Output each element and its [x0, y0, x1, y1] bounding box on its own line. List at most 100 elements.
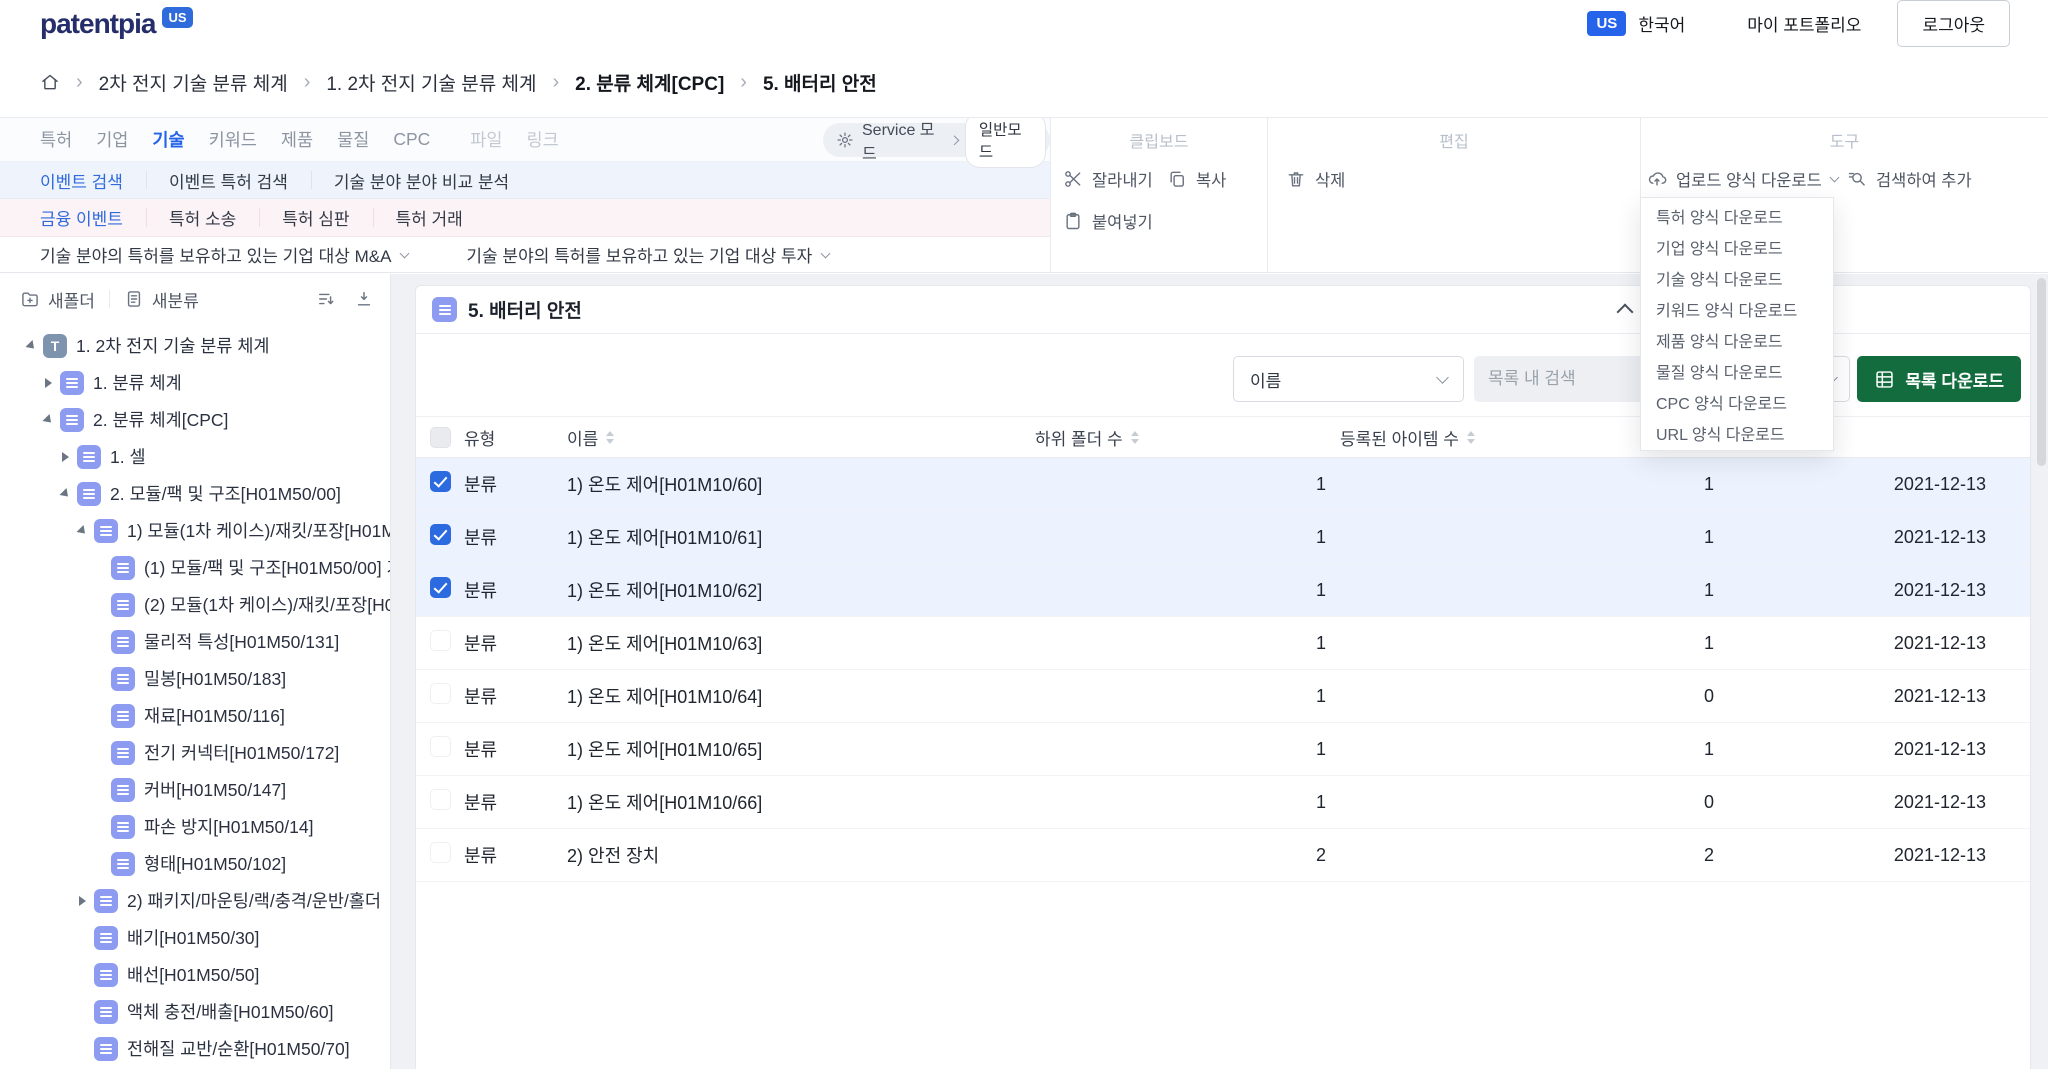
table-row[interactable]: 분류 1) 온도 제어[H01M10/62] 1 1 2021-12-13	[416, 564, 2030, 617]
tree-item[interactable]: T 1. 2차 전지 기술 분류 체계	[0, 327, 390, 364]
tree-item[interactable]: 배선[H01M50/50]	[0, 956, 390, 993]
list-download-button[interactable]: 목록 다운로드	[1857, 356, 2021, 402]
breadcrumb-item-current[interactable]: 5. 배터리 안전	[763, 69, 877, 96]
list-search-input[interactable]	[1474, 356, 1646, 402]
download-menu-item[interactable]: 기업 양식 다운로드	[1641, 231, 1833, 262]
menu-item[interactable]: 특허 거래	[372, 199, 486, 236]
vertical-scrollbar-thumb[interactable]	[2037, 278, 2046, 466]
home-icon[interactable]	[40, 72, 60, 92]
upload-template-download-button[interactable]: 업로드 양식 다운로드	[1647, 165, 1840, 193]
download-menu-item[interactable]: 물질 양식 다운로드	[1641, 355, 1833, 386]
caret-expanded-icon[interactable]	[41, 413, 55, 426]
caret-expanded-icon[interactable]	[75, 524, 89, 537]
tab-CPC[interactable]: CPC	[393, 129, 430, 150]
table-row[interactable]: 분류 1) 온도 제어[H01M10/61] 1 1 2021-12-13	[416, 511, 2030, 564]
select-all-checkbox[interactable]	[430, 426, 451, 448]
my-portfolio-link[interactable]: 마이 포트폴리오	[1747, 11, 1861, 36]
logo[interactable]: patentpia US	[40, 6, 193, 38]
sort-icon[interactable]	[1130, 430, 1139, 444]
table-row[interactable]: 분류 1) 온도 제어[H01M10/63] 1 1 2021-12-13	[416, 617, 2030, 670]
caret-collapsed-icon[interactable]	[75, 895, 89, 906]
menu-item[interactable]: 이벤트 검색	[40, 162, 146, 199]
tab-기업[interactable]: 기업	[96, 127, 128, 152]
menu-item[interactable]: 특허 심판	[259, 199, 372, 236]
new-category-button[interactable]: 새분류	[120, 283, 203, 316]
tree-item[interactable]: 액체 충전/배출[H01M50/60]	[0, 993, 390, 1030]
paste-button[interactable]: 붙여넣기	[1063, 207, 1153, 235]
tree-item[interactable]: 2. 분류 체계[CPC]	[0, 401, 390, 438]
menu-item[interactable]: 특허 소송	[145, 199, 259, 236]
menu-item[interactable]: 기술 분야 분야 비교 분석	[310, 162, 532, 199]
tab-키워드[interactable]: 키워드	[209, 127, 257, 152]
tree-item[interactable]: (1) 모듈/팩 및 구조[H01M50/00] 기	[0, 549, 390, 586]
sort-tree-icon[interactable]	[316, 289, 336, 309]
caret-expanded-icon[interactable]	[24, 339, 38, 352]
download-menu-item[interactable]: 키워드 양식 다운로드	[1641, 293, 1833, 324]
breadcrumb-item[interactable]: 2. 분류 체계[CPC]	[575, 69, 724, 96]
table-row[interactable]: 분류 1) 온도 제어[H01M10/66] 1 0 2021-12-13	[416, 776, 2030, 829]
tree-item[interactable]: 2) 패키지/마운팅/랙/충격/운반/홀더	[0, 882, 390, 919]
download-menu-item[interactable]: 특허 양식 다운로드	[1641, 200, 1833, 231]
breadcrumb-item[interactable]: 1. 2차 전지 기술 분류 체계	[326, 69, 536, 96]
tab-기술[interactable]: 기술	[152, 127, 184, 152]
table-row[interactable]: 분류 2) 안전 장치 2 2 2021-12-13	[416, 829, 2030, 882]
copy-button[interactable]: 복사	[1167, 165, 1226, 193]
tree-item[interactable]: 물리적 특성[H01M50/131]	[0, 623, 390, 660]
tree-item[interactable]: (2) 모듈(1차 케이스)/재킷/포장[H0	[0, 586, 390, 623]
download-menu-item[interactable]: CPC 양식 다운로드	[1641, 386, 1833, 417]
caret-collapsed-icon[interactable]	[41, 377, 55, 388]
caret-collapsed-icon[interactable]	[58, 451, 72, 462]
row-checkbox[interactable]	[430, 577, 451, 598]
collapse-all-icon[interactable]	[354, 289, 374, 309]
col-name[interactable]: 이름	[567, 425, 1035, 450]
tab-파일[interactable]: 파일	[470, 127, 502, 152]
row-checkbox[interactable]	[430, 471, 451, 492]
tab-특허[interactable]: 특허	[40, 127, 72, 152]
logout-button[interactable]: 로그아웃	[1897, 0, 2010, 47]
download-menu-item[interactable]: 제품 양식 다운로드	[1641, 324, 1833, 355]
row-checkbox[interactable]	[430, 524, 451, 545]
download-menu-item[interactable]: URL 양식 다운로드	[1641, 417, 1833, 448]
tree-item[interactable]: 1. 분류 체계	[0, 364, 390, 401]
caret-expanded-icon[interactable]	[58, 487, 72, 500]
tree-item[interactable]: 밀봉[H01M50/183]	[0, 660, 390, 697]
table-row[interactable]: 분류 1) 온도 제어[H01M10/65] 1 1 2021-12-13	[416, 723, 2030, 776]
menu-item[interactable]: 금융 이벤트	[40, 199, 146, 236]
row-checkbox[interactable]	[430, 789, 451, 810]
col-subfolders[interactable]: 하위 폴더 수	[1035, 425, 1340, 450]
table-row[interactable]: 분류 1) 온도 제어[H01M10/60] 1 1 2021-12-13	[416, 458, 2030, 511]
cut-button[interactable]: 잘라내기	[1063, 165, 1153, 193]
tree-item[interactable]: 전해질 교반/순환[H01M50/70]	[0, 1030, 390, 1067]
tree-item[interactable]: 1. 셀	[0, 438, 390, 475]
tree-item[interactable]: 형태[H01M50/102]	[0, 845, 390, 882]
sort-icon[interactable]	[606, 430, 615, 444]
tree-item[interactable]: 파손 방지[H01M50/14]	[0, 808, 390, 845]
table-row[interactable]: 분류 1) 온도 제어[H01M10/64] 1 0 2021-12-13	[416, 670, 2030, 723]
service-mode-value[interactable]: 일반모드	[965, 113, 1045, 167]
tree-item[interactable]: 배기[H01M50/30]	[0, 919, 390, 956]
row-checkbox[interactable]	[430, 736, 451, 757]
tab-물질[interactable]: 물질	[337, 127, 369, 152]
breadcrumb-item[interactable]: 2차 전지 기술 분류 체계	[99, 69, 288, 96]
tree-item[interactable]: 재료[H01M50/116]	[0, 697, 390, 734]
row-checkbox[interactable]	[430, 842, 451, 863]
country-badge[interactable]: US	[1587, 11, 1627, 36]
service-mode-toggle[interactable]: Service 모드 일반모드	[823, 113, 1050, 167]
sort-icon[interactable]	[1466, 430, 1475, 444]
collapse-section-icon[interactable]	[1616, 303, 1634, 321]
menu-item[interactable]: 기술 분야의 특허를 보유하고 있는 기업 대상 M&A	[40, 237, 410, 272]
search-add-button[interactable]: 검색하여 추가	[1847, 165, 1972, 193]
menu-item[interactable]: 이벤트 특허 검색	[145, 162, 311, 199]
row-checkbox[interactable]	[430, 630, 451, 651]
tab-제품[interactable]: 제품	[281, 127, 313, 152]
delete-button[interactable]: 삭제	[1286, 165, 1345, 193]
tree-item[interactable]: 커버[H01M50/147]	[0, 771, 390, 808]
language-select[interactable]: 한국어	[1638, 11, 1685, 36]
tree-item[interactable]: 전기 커넥터[H01M50/172]	[0, 734, 390, 771]
new-folder-button[interactable]: 새폴더	[16, 283, 99, 316]
row-checkbox[interactable]	[430, 683, 451, 704]
tree-item[interactable]: 2. 모듈/팩 및 구조[H01M50/00]	[0, 475, 390, 512]
sort-field-select[interactable]: 이름	[1233, 356, 1464, 402]
tree-item[interactable]: 1) 모듈(1차 케이스)/재킷/포장[H01M	[0, 512, 390, 549]
tab-링크[interactable]: 링크	[526, 127, 558, 152]
